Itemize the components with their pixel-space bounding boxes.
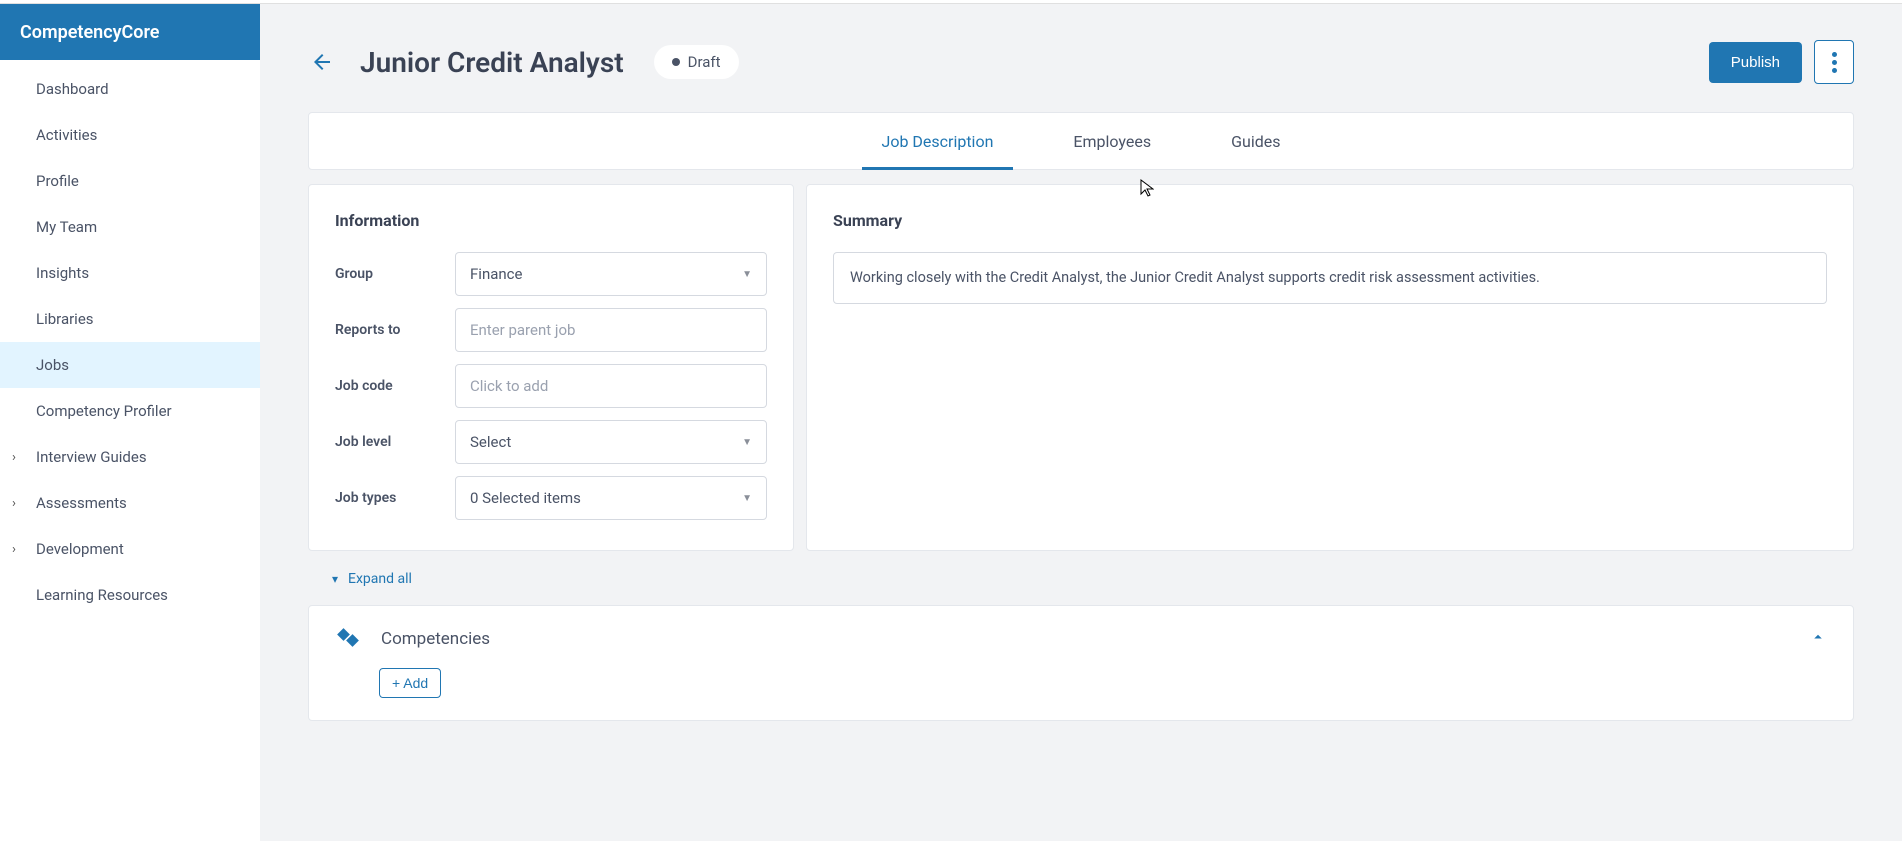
- group-value: Finance: [470, 265, 522, 283]
- sidebar-item-label: Competency Profiler: [36, 402, 172, 420]
- caret-down-icon: ▼: [742, 437, 752, 448]
- sidebar-item-profile[interactable]: Profile: [0, 158, 260, 204]
- sidebar-item-label: Profile: [36, 172, 79, 190]
- job-code-input[interactable]: [455, 364, 767, 408]
- sidebar-item-dashboard[interactable]: Dashboard: [0, 66, 260, 112]
- job-types-label: Job types: [335, 490, 455, 506]
- summary-heading: Summary: [833, 211, 1827, 230]
- chevron-right-icon: ›: [12, 496, 16, 511]
- sidebar-item-insights[interactable]: Insights: [0, 250, 260, 296]
- status-text: Draft: [688, 53, 721, 71]
- publish-button[interactable]: Publish: [1709, 42, 1802, 83]
- status-chip: Draft: [654, 45, 739, 79]
- reports-to-input[interactable]: [455, 308, 767, 352]
- caret-down-icon: ▼: [742, 493, 752, 504]
- competencies-section: Competencies + Add: [308, 605, 1854, 721]
- main-content: Junior Credit Analyst Draft Publish Job …: [260, 4, 1902, 841]
- sidebar-item-label: Jobs: [36, 356, 69, 374]
- competencies-title: Competencies: [381, 629, 490, 649]
- sidebar-item-interview-guides[interactable]: › Interview Guides: [0, 434, 260, 480]
- sidebar-item-label: Development: [36, 540, 124, 558]
- expand-all-label: Expand all: [348, 571, 412, 587]
- status-dot-icon: [672, 58, 680, 66]
- sidebar-item-jobs[interactable]: Jobs: [0, 342, 260, 388]
- sidebar-item-label: Insights: [36, 264, 89, 282]
- more-actions-button[interactable]: [1814, 40, 1854, 84]
- sidebar-item-label: My Team: [36, 218, 97, 236]
- group-select[interactable]: Finance ▼: [455, 252, 767, 296]
- job-level-label: Job level: [335, 434, 455, 450]
- back-arrow-icon[interactable]: [308, 50, 336, 74]
- reports-to-label: Reports to: [335, 322, 455, 338]
- sidebar-item-label: Learning Resources: [36, 586, 168, 604]
- tab-job-description[interactable]: Job Description: [872, 114, 1004, 169]
- header: Junior Credit Analyst Draft Publish: [308, 40, 1854, 84]
- brand: CompetencyCore: [0, 4, 260, 60]
- competencies-icon: [335, 628, 361, 650]
- sidebar-item-libraries[interactable]: Libraries: [0, 296, 260, 342]
- page-title: Junior Credit Analyst: [360, 46, 624, 79]
- expand-all-button[interactable]: ▾ Expand all: [332, 571, 412, 587]
- job-level-select[interactable]: Select ▼: [455, 420, 767, 464]
- nav: Dashboard Activities Profile My Team Insight…: [0, 60, 260, 618]
- summary-text[interactable]: Working closely with the Credit Analyst,…: [833, 252, 1827, 304]
- add-competency-button[interactable]: + Add: [379, 668, 441, 698]
- sidebar-item-label: Interview Guides: [36, 448, 147, 466]
- collapse-icon[interactable]: [1809, 628, 1827, 650]
- information-heading: Information: [335, 211, 767, 230]
- sidebar-item-my-team[interactable]: My Team: [0, 204, 260, 250]
- sidebar-item-development[interactable]: › Development: [0, 526, 260, 572]
- sidebar-item-activities[interactable]: Activities: [0, 112, 260, 158]
- caret-down-icon: ▼: [742, 269, 752, 280]
- tabs: Job Description Employees Guides: [308, 112, 1854, 170]
- sidebar: CompetencyCore Dashboard Activities Profil…: [0, 4, 260, 841]
- sidebar-item-learning-resources[interactable]: Learning Resources: [0, 572, 260, 618]
- information-panel: Information Group Finance ▼ Reports to J…: [308, 184, 794, 551]
- sidebar-item-label: Dashboard: [36, 80, 109, 98]
- job-code-label: Job code: [335, 378, 455, 394]
- job-types-value: 0 Selected items: [470, 489, 581, 507]
- sidebar-item-label: Assessments: [36, 494, 127, 512]
- summary-panel: Summary Working closely with the Credit …: [806, 184, 1854, 551]
- job-level-value: Select: [470, 433, 511, 451]
- chevron-right-icon: ›: [12, 450, 16, 465]
- chevron-down-icon: ▾: [332, 572, 338, 586]
- sidebar-item-competency-profiler[interactable]: Competency Profiler: [0, 388, 260, 434]
- sidebar-item-label: Libraries: [36, 310, 94, 328]
- tab-employees[interactable]: Employees: [1063, 114, 1161, 169]
- chevron-right-icon: ›: [12, 542, 16, 557]
- group-label: Group: [335, 266, 455, 282]
- sidebar-item-label: Activities: [36, 126, 97, 144]
- sidebar-item-assessments[interactable]: › Assessments: [0, 480, 260, 526]
- tab-guides[interactable]: Guides: [1221, 114, 1290, 169]
- job-types-select[interactable]: 0 Selected items ▼: [455, 476, 767, 520]
